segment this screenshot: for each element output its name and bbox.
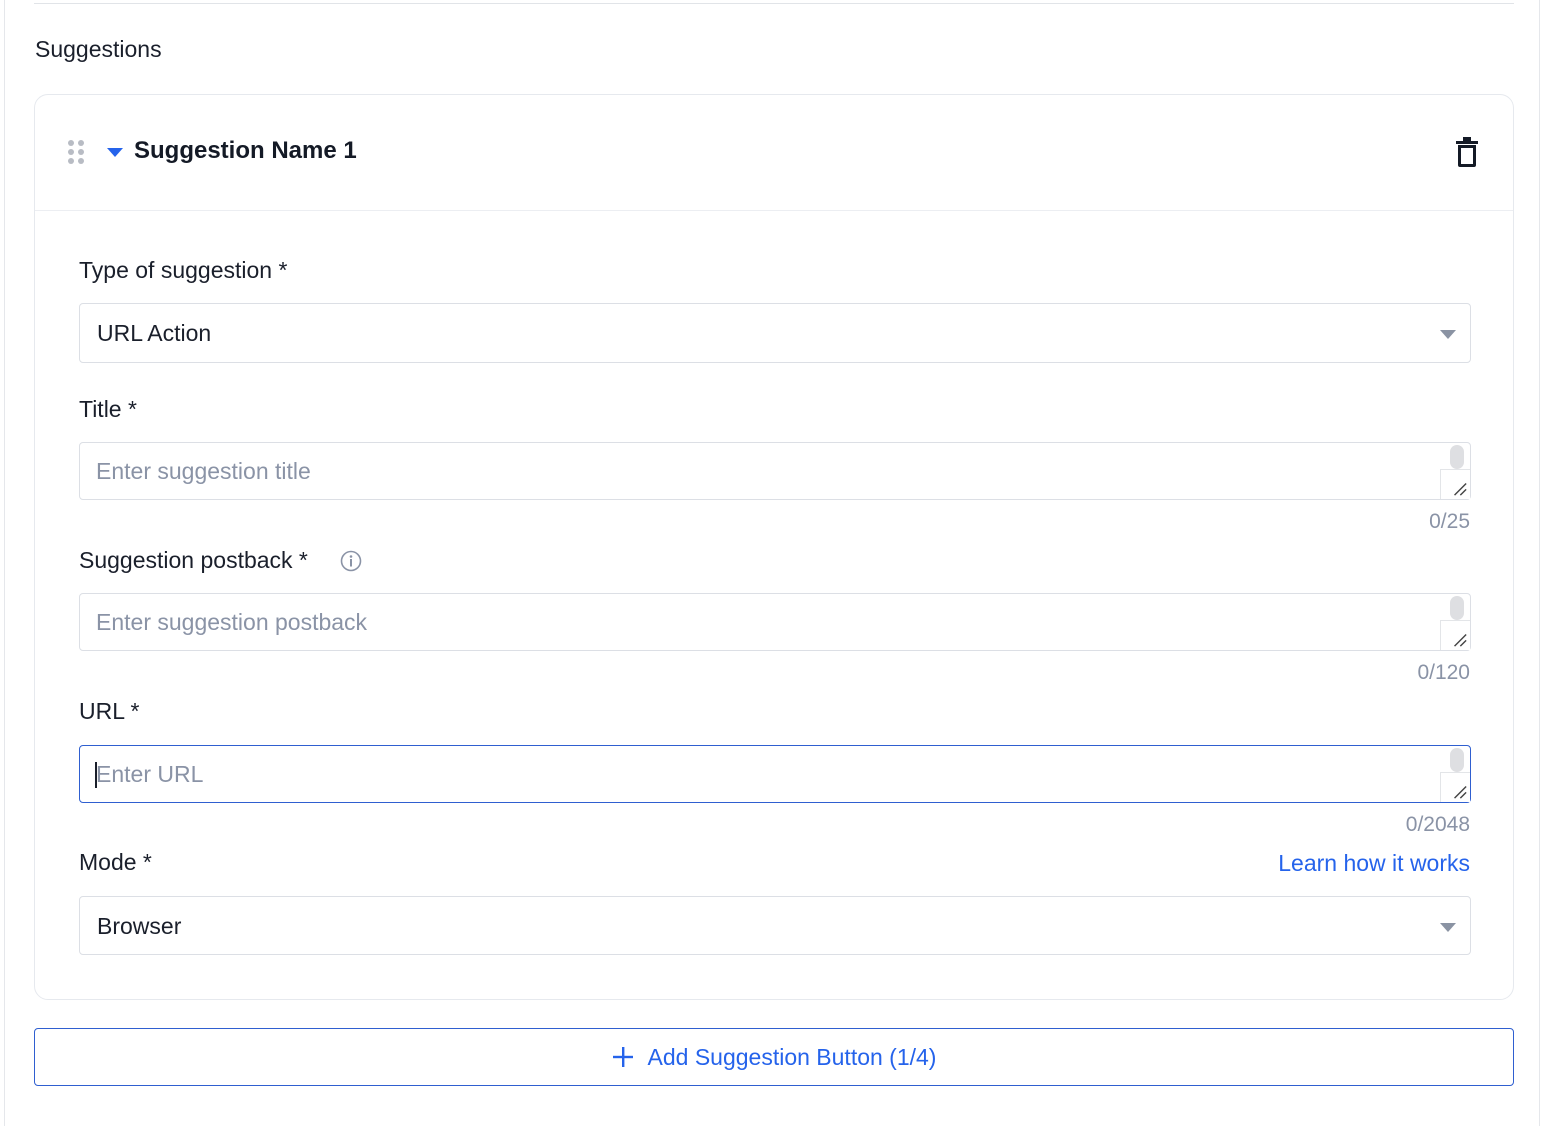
- info-icon[interactable]: [340, 550, 362, 572]
- suggestion-card: Suggestion Name 1 Type of suggestion * U…: [34, 94, 1514, 1000]
- postback-counter: 0/120: [1417, 661, 1470, 684]
- drag-handle-icon[interactable]: [68, 140, 84, 164]
- scrollbar-thumb[interactable]: [1450, 596, 1464, 620]
- mode-select[interactable]: Browser: [79, 896, 1471, 955]
- plus-icon: [612, 1047, 633, 1067]
- learn-how-it-works-link[interactable]: Learn how it works: [1278, 850, 1470, 877]
- postback-label: Suggestion postback *: [79, 547, 308, 573]
- type-label: Type of suggestion *: [79, 257, 288, 283]
- scrollbar-thumb[interactable]: [1450, 445, 1464, 469]
- type-select-value: URL Action: [97, 320, 212, 346]
- scrollbar-thumb[interactable]: [1450, 748, 1464, 772]
- suggestion-card-header[interactable]: Suggestion Name 1: [35, 95, 1513, 211]
- resize-handle-icon[interactable]: [1440, 469, 1470, 499]
- title-counter: 0/25: [1429, 510, 1470, 533]
- section-title: Suggestions: [35, 36, 162, 62]
- url-input[interactable]: Enter URL: [79, 745, 1471, 803]
- chevron-down-icon: [1440, 330, 1456, 339]
- suggestion-name: Suggestion Name 1: [134, 137, 357, 164]
- trash-icon[interactable]: [1455, 137, 1479, 167]
- postback-input[interactable]: Enter suggestion postback: [79, 593, 1471, 651]
- mode-label: Mode *: [79, 849, 152, 875]
- postback-placeholder: Enter suggestion postback: [96, 609, 368, 635]
- add-suggestion-label: Add Suggestion Button (1/4): [647, 1043, 937, 1070]
- type-select[interactable]: URL Action: [79, 303, 1471, 363]
- url-label: URL *: [79, 698, 140, 724]
- resize-handle-icon[interactable]: [1440, 620, 1470, 650]
- title-input[interactable]: Enter suggestion title: [79, 442, 1471, 500]
- add-suggestion-button[interactable]: Add Suggestion Button (1/4): [34, 1028, 1514, 1086]
- resize-handle-icon[interactable]: [1440, 772, 1470, 802]
- collapse-caret-icon[interactable]: [107, 148, 123, 157]
- top-divider: [34, 3, 1514, 4]
- title-label: Title *: [79, 396, 137, 422]
- url-counter: 0/2048: [1405, 813, 1470, 836]
- mode-select-value: Browser: [97, 913, 182, 939]
- url-placeholder: Enter URL: [96, 761, 204, 787]
- chevron-down-icon: [1440, 923, 1456, 932]
- title-placeholder: Enter suggestion title: [96, 458, 311, 484]
